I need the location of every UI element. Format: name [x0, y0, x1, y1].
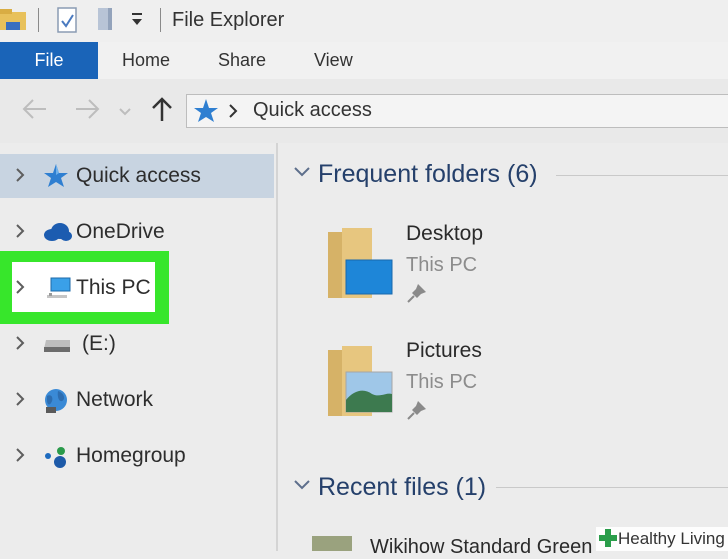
nav-item-drive-e[interactable]: (E:): [0, 322, 274, 366]
expand-chevron-icon[interactable]: [14, 334, 26, 357]
nav-label: Quick access: [76, 164, 201, 187]
file-thumbnail-icon: [312, 536, 352, 551]
address-row: Quick access: [0, 79, 728, 143]
ribbon-tabs: File Home Share View: [0, 42, 728, 80]
group-header-recent-files[interactable]: Recent files (1): [318, 473, 486, 502]
toolbar-separator: [160, 8, 161, 32]
window-title: File Explorer: [172, 9, 285, 31]
nav-label: This PC: [76, 276, 151, 299]
folder-name: Pictures: [406, 339, 482, 362]
expand-chevron-icon[interactable]: [14, 446, 26, 469]
address-bar[interactable]: Quick access: [186, 94, 728, 128]
toolbar-separator: [38, 8, 39, 32]
forward-arrow-icon[interactable]: [74, 97, 102, 126]
nav-item-onedrive[interactable]: OneDrive: [0, 210, 274, 254]
folder-location: This PC: [406, 371, 478, 393]
pin-icon[interactable]: [406, 282, 428, 309]
recent-file-name: Wikihow Standard Green: [370, 536, 593, 558]
homegroup-icon: [42, 443, 70, 476]
group-divider: [556, 175, 728, 176]
watermark-text: Healthy Living: [618, 529, 725, 548]
new-folder-icon[interactable]: [96, 6, 116, 39]
tab-home[interactable]: Home: [122, 42, 170, 79]
group-header-frequent-folders[interactable]: Frequent folders (6): [318, 160, 538, 189]
breadcrumb-chevron-icon: [227, 103, 239, 124]
nav-label: Homegroup: [76, 444, 186, 467]
collapse-chevron-icon[interactable]: [292, 478, 312, 497]
collapse-chevron-icon[interactable]: [292, 165, 312, 184]
back-arrow-icon[interactable]: [20, 97, 48, 126]
nav-item-network[interactable]: Network: [0, 378, 274, 422]
properties-icon[interactable]: [56, 6, 80, 39]
desktop-folder-icon: [324, 224, 394, 305]
plus-logo-icon: [598, 528, 618, 553]
up-arrow-icon[interactable]: [150, 95, 174, 128]
watermark: Healthy Living: [596, 527, 728, 551]
nav-item-this-pc[interactable]: This PC: [0, 266, 274, 310]
nav-label: (E:): [82, 332, 116, 355]
expand-chevron-icon[interactable]: [14, 278, 26, 301]
pin-icon[interactable]: [406, 399, 428, 426]
computer-icon: [42, 275, 72, 308]
expand-chevron-icon[interactable]: [14, 390, 26, 413]
recent-locations-chevron-icon[interactable]: [118, 104, 132, 122]
customize-toolbar-dropdown-icon[interactable]: [130, 12, 144, 33]
nav-item-quick-access[interactable]: Quick access: [0, 154, 274, 198]
title-bar: File Explorer: [0, 0, 728, 42]
drive-icon: [42, 338, 72, 359]
network-icon: [42, 387, 70, 420]
folder-app-icon[interactable]: [0, 6, 28, 39]
nav-label: OneDrive: [76, 220, 165, 243]
tab-view[interactable]: View: [314, 42, 353, 79]
expand-chevron-icon[interactable]: [14, 166, 26, 189]
nav-item-homegroup[interactable]: Homegroup: [0, 434, 274, 478]
cloud-icon: [42, 222, 72, 247]
pictures-folder-icon: [324, 342, 394, 423]
tab-file[interactable]: File: [0, 42, 98, 79]
quick-access-star-icon: [193, 98, 219, 129]
expand-chevron-icon[interactable]: [14, 222, 26, 245]
folder-name: Desktop: [406, 222, 484, 245]
nav-label: Network: [76, 388, 154, 411]
breadcrumb-quick-access[interactable]: Quick access: [253, 99, 372, 122]
folder-location: This PC: [406, 254, 478, 276]
tab-share[interactable]: Share: [218, 42, 266, 79]
group-divider: [496, 487, 728, 488]
star-icon: [42, 163, 70, 194]
